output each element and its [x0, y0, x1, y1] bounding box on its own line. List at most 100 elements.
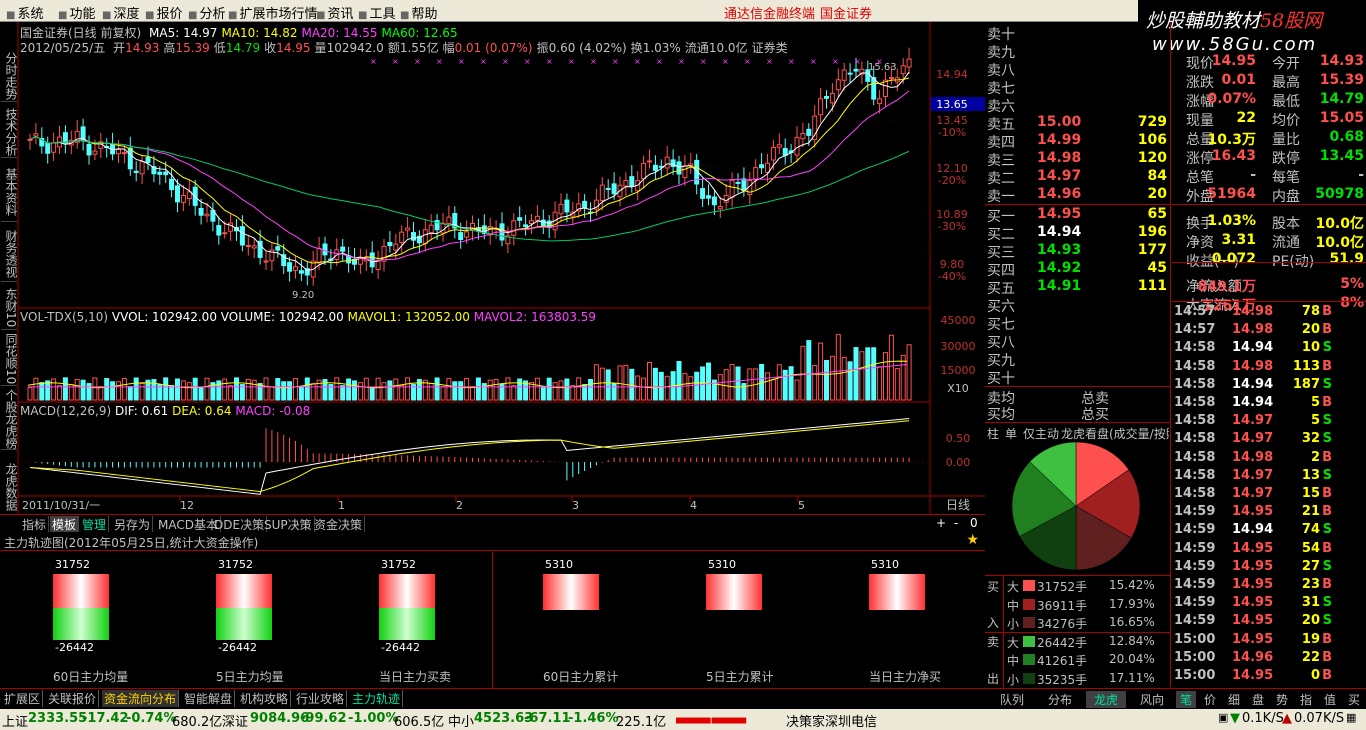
status-tab-2[interactable]: 资金流向分布: [102, 690, 180, 707]
tick-row[interactable]: 14:59 14.95 23 B: [1172, 577, 1366, 595]
tick-tab-2[interactable]: 细: [1224, 691, 1244, 708]
mf-top-value: 5310: [545, 558, 573, 571]
tick-row[interactable]: 14:57 14.98 20 B: [1172, 322, 1366, 340]
tick-row[interactable]: 14:58 14.97 5 S: [1172, 413, 1366, 431]
buy-level-4[interactable]: 买四 14.92 45: [985, 260, 1171, 279]
buy-level-2[interactable]: 买二 14.94 196: [985, 224, 1171, 243]
tick-side: S: [1322, 558, 1332, 574]
status-tab-3[interactable]: 智能解盘: [182, 690, 236, 707]
tick-list[interactable]: 14:57 14.98 78 B 14:57 14.98 20 B 14:58 14.94 10 S 1…: [1172, 302, 1366, 687]
tick-row[interactable]: 14:57 14.98 78 B: [1172, 304, 1366, 322]
tick-row[interactable]: 14:59 14.95 54 B: [1172, 541, 1366, 559]
period-label[interactable]: 日线: [946, 498, 970, 512]
tick-row[interactable]: 14:58 14.94 5 B: [1172, 395, 1366, 413]
volume-bar: [452, 381, 458, 401]
ad-guojin[interactable]: 国金证券: [820, 3, 872, 22]
indicator-tab-6[interactable]: SUP决策: [262, 516, 315, 532]
status-tab-5[interactable]: 行业攻略: [294, 690, 348, 707]
menu-dot-icon: ■: [6, 10, 16, 21]
tick-row[interactable]: 14:58 14.94 187 S: [1172, 377, 1366, 395]
tick-tab-7[interactable]: 买: [1344, 691, 1364, 708]
volume-bar: [835, 334, 841, 401]
buy-level-3[interactable]: 买三 14.93 177: [985, 242, 1171, 261]
tick-row[interactable]: 14:58 14.97 13 S: [1172, 468, 1366, 486]
tick-row[interactable]: 14:58 14.97 32 S: [1172, 431, 1366, 449]
tick-row[interactable]: 14:58 14.94 10 S: [1172, 340, 1366, 358]
kline-chart[interactable]: 14.94 13.65 13.45-10% 12.10-20% 10.89-30% 9.8…: [0, 22, 985, 514]
tick-tab-4[interactable]: 势: [1272, 691, 1292, 708]
tick-row[interactable]: 14:59 14.95 27 S: [1172, 559, 1366, 577]
sell-level-4[interactable]: 卖四 14.99 106: [985, 132, 1171, 151]
plus-button[interactable]: +: [936, 516, 946, 530]
indicator-tab-0[interactable]: 指标: [20, 516, 50, 532]
sell-level-2[interactable]: 卖二 14.97 84: [985, 168, 1171, 187]
indicator-tab-7[interactable]: 资金决策: [312, 516, 366, 532]
reset-button[interactable]: 0: [970, 516, 978, 530]
sell-level-9[interactable]: 卖九: [985, 42, 1171, 61]
tick-tab-6[interactable]: 值: [1320, 691, 1340, 708]
buy-level-7[interactable]: 买七: [985, 314, 1171, 333]
candle: [411, 221, 416, 249]
buy-level-1[interactable]: 买一 14.95 65: [985, 206, 1171, 225]
panel-tab-0[interactable]: 队列: [992, 691, 1032, 708]
volume-bar: [853, 347, 859, 401]
status-tab-6[interactable]: 主力轨迹: [350, 690, 404, 707]
stat-label: 净资: [1186, 235, 1214, 251]
mf-bot-value: -26442: [218, 641, 257, 654]
menu-help[interactable]: ■ 帮助: [400, 3, 437, 22]
indicator-tab-3[interactable]: 另存为: [112, 516, 154, 532]
sell-level-8[interactable]: 卖八: [985, 60, 1171, 79]
sell-level-1[interactable]: 卖一 14.96 20: [985, 186, 1171, 205]
macd-axis-label: 0.50: [946, 432, 971, 445]
indicator-tab-1[interactable]: 模板: [50, 516, 80, 532]
menu-analysis[interactable]: ■ 分析: [188, 3, 225, 22]
info-key: 开: [113, 41, 126, 55]
indicator-tab-5[interactable]: DDE决策: [212, 516, 268, 532]
menu-function[interactable]: ■ 功能: [58, 3, 95, 22]
panel-tab-2[interactable]: 龙虎: [1086, 691, 1126, 708]
star-icon[interactable]: ★: [966, 532, 979, 548]
menu-news[interactable]: ■ 资讯: [316, 3, 353, 22]
buy-level-10[interactable]: 买十: [985, 368, 1171, 387]
tick-tab-1[interactable]: 价: [1200, 691, 1220, 708]
stat-label: 流通: [1272, 235, 1300, 251]
status-tab-4[interactable]: 机构攻略: [238, 690, 292, 707]
indicator-tab-2[interactable]: 管理: [80, 516, 110, 532]
tick-row[interactable]: 15:00 14.96 22 B: [1172, 650, 1366, 668]
tick-row[interactable]: 14:59 14.95 20 S: [1172, 613, 1366, 631]
buy-level-5[interactable]: 买五 14.91 111: [985, 278, 1171, 297]
status-tab-0[interactable]: 扩展区: [2, 690, 44, 707]
tick-tab-0[interactable]: 笔: [1176, 691, 1196, 708]
sell-level-7[interactable]: 卖七: [985, 78, 1171, 97]
pie-legend-value: 36911手: [1037, 598, 1088, 613]
menu-quote[interactable]: ■ 报价: [145, 3, 182, 22]
tick-row[interactable]: 15:00 14.95 19 B: [1172, 632, 1366, 650]
ad-tdx-terminal[interactable]: 通达信金融终端: [724, 3, 815, 22]
sell-level-5[interactable]: 卖五 15.00 729: [985, 114, 1171, 133]
tray-icon[interactable]: ▦: [1346, 711, 1356, 724]
status-tab-1[interactable]: 关联报价: [46, 690, 100, 707]
panel-tab-3[interactable]: 风向: [1132, 691, 1172, 708]
sell-level-6[interactable]: 卖六: [985, 96, 1171, 115]
menu-extended-market[interactable]: ■ 扩展市场行情: [228, 3, 317, 22]
buy-level-9[interactable]: 买九: [985, 350, 1171, 369]
tick-row[interactable]: 14:59 14.94 74 S: [1172, 522, 1366, 540]
tick-row[interactable]: 14:59 14.95 21 B: [1172, 504, 1366, 522]
menu-tools[interactable]: ■ 工具: [358, 3, 395, 22]
tick-row[interactable]: 14:58 14.98 113 B: [1172, 359, 1366, 377]
menu-system[interactable]: ■ 系统: [6, 3, 43, 22]
minus-button[interactable]: -: [954, 516, 958, 530]
buy-level-6[interactable]: 买六: [985, 296, 1171, 315]
buy-level-8[interactable]: 买八: [985, 332, 1171, 351]
sell-level-3[interactable]: 卖三 14.98 120: [985, 150, 1171, 169]
tick-row[interactable]: 14:58 14.97 15 B: [1172, 486, 1366, 504]
tick-tab-3[interactable]: 盘: [1248, 691, 1268, 708]
tick-row[interactable]: 14:59 14.95 31 S: [1172, 595, 1366, 613]
panel-tab-1[interactable]: 分布: [1040, 691, 1080, 708]
menu-depth[interactable]: ■ 深度: [102, 3, 139, 22]
tick-row[interactable]: 15:00 14.95 0 B: [1172, 668, 1366, 686]
macd-header: MACD(12,26,9) DIF: 0.61 DEA: 0.64 MACD: …: [20, 404, 310, 418]
sell-level-10[interactable]: 卖十: [985, 24, 1171, 43]
tick-row[interactable]: 14:58 14.98 2 B: [1172, 450, 1366, 468]
tick-tab-5[interactable]: 指: [1296, 691, 1316, 708]
